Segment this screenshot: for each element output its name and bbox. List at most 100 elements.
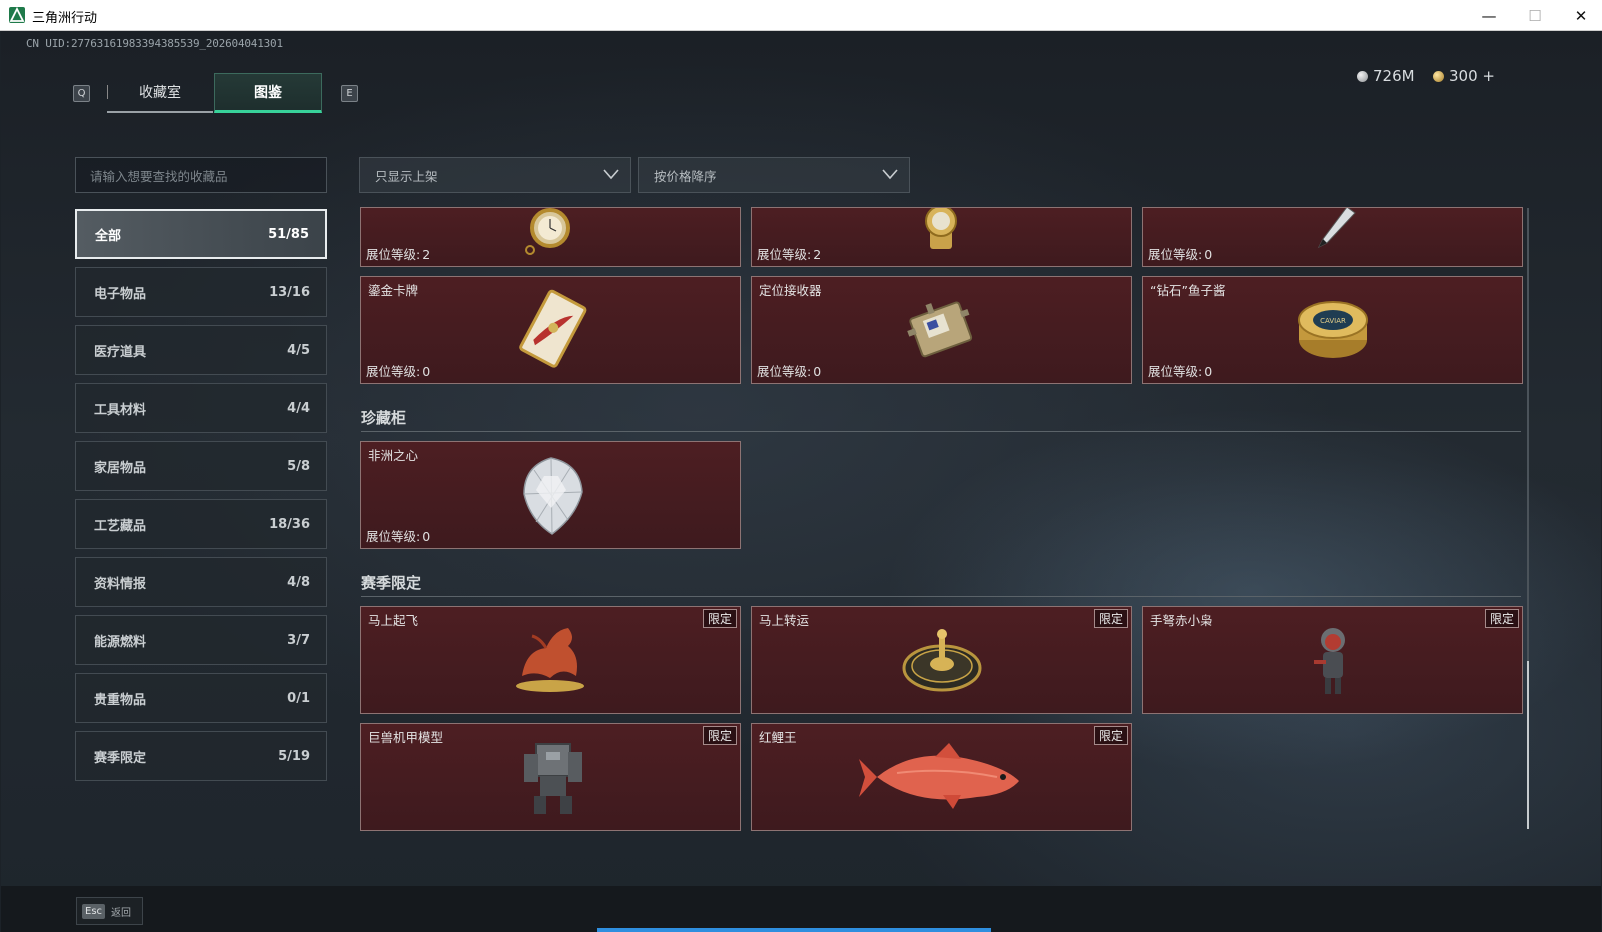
collectible-card[interactable]: 手弩赤小枭 限定 [1142, 606, 1523, 714]
back-button[interactable]: Esc 返回 [76, 897, 143, 925]
level-value: 0 [1204, 364, 1213, 379]
category-valuables[interactable]: 贵重物品 0/1 [75, 673, 327, 723]
limited-badge: 限定 [702, 726, 737, 745]
silver-coin-icon [1357, 70, 1368, 82]
booth-level: 展位等级: 0 [755, 361, 821, 380]
category-label: 贵重物品 [94, 692, 147, 708]
category-fuel[interactable]: 能源燃料 3/7 [75, 615, 327, 665]
sort-label: 按价格降序 [654, 168, 717, 184]
level-label: 展位等级: [757, 247, 812, 262]
maximize-button[interactable]: ☐ [1512, 0, 1558, 31]
category-crafts[interactable]: 工艺藏品 18/36 [75, 499, 327, 549]
collectible-name: 手弩赤小枭 [1150, 613, 1213, 628]
category-tools[interactable]: 工具材料 4/4 [75, 383, 327, 433]
mech-model-icon [523, 743, 582, 814]
horse-statue-icon [515, 628, 584, 692]
level-label: 展位等级: [366, 529, 421, 544]
collectible-card[interactable]: 巨兽机甲模型 限定 [360, 723, 741, 831]
bottom-bar [1, 886, 1601, 932]
category-count: 5/8 [287, 458, 310, 474]
collectible-name: 马上起飞 [368, 613, 419, 628]
section-title-treasure-cabinet: 珍藏柜 [361, 409, 407, 427]
booth-level: 展位等级: 0 [364, 526, 430, 545]
category-count: 51/85 [268, 226, 309, 242]
app-logo-icon [9, 7, 25, 23]
caviar-tin-icon: CAVIAR [1297, 301, 1368, 358]
gilded-card-icon [518, 289, 586, 368]
collectible-name: 红鲤王 [759, 730, 797, 745]
lucky-dial-icon [902, 629, 981, 692]
booth-level: 展位等级: 0 [364, 361, 430, 380]
level-value: 0 [1204, 247, 1213, 262]
collectible-name: “钻石”鱼子酱 [1150, 283, 1226, 298]
minimize-button[interactable]: — [1466, 0, 1512, 31]
collectible-search-input[interactable]: 请输入想要查找的收藏品 [75, 157, 327, 193]
category-electronics[interactable]: 电子物品 13/16 [75, 267, 327, 317]
esc-key-hint: Esc [82, 903, 106, 919]
limited-badge: 限定 [1484, 609, 1519, 628]
shelf-filter-dropdown[interactable]: 只显示上架 [359, 157, 631, 193]
collectible-card[interactable]: 展位等级: 2 [751, 207, 1132, 267]
category-medical[interactable]: 医疗道具 4/5 [75, 325, 327, 375]
category-label: 全部 [95, 228, 122, 244]
category-label: 电子物品 [94, 286, 147, 302]
sort-dropdown[interactable]: 按价格降序 [638, 157, 910, 193]
category-label: 医疗道具 [94, 344, 147, 360]
crossbow-figure-icon [1313, 628, 1345, 694]
limited-badge: 限定 [1093, 726, 1128, 745]
collectible-card[interactable]: 非洲之心 展位等级: 0 [360, 441, 741, 549]
level-value: 0 [422, 529, 431, 544]
next-tab-key-hint[interactable]: E [341, 85, 358, 102]
collectible-name: 非洲之心 [368, 448, 419, 463]
chevron-down-icon [882, 169, 898, 180]
scrollbar-thumb[interactable] [1527, 661, 1529, 829]
back-label: 返回 [111, 907, 132, 919]
level-value: 2 [422, 247, 431, 262]
tab-collection-room[interactable]: 收藏室 [107, 73, 213, 113]
collectible-card[interactable]: 展位等级: 0 [1142, 207, 1523, 267]
red-carp-icon [858, 743, 1019, 809]
collectible-card[interactable]: 马上起飞 限定 [360, 606, 741, 714]
category-label: 家居物品 [94, 460, 147, 476]
level-label: 展位等级: [1148, 364, 1203, 379]
collectible-card[interactable]: 马上转运 限定 [751, 606, 1132, 714]
section-title-season-limited: 赛季限定 [361, 574, 422, 592]
category-intel[interactable]: 资料情报 4/8 [75, 557, 327, 607]
limited-badge: 限定 [1093, 609, 1128, 628]
shelf-filter-label: 只显示上架 [375, 168, 438, 184]
category-season[interactable]: 赛季限定 5/19 [75, 731, 327, 781]
tab-codex[interactable]: 图鉴 [214, 73, 322, 113]
gold-amount: 300 + [1449, 67, 1495, 85]
pocket-watch-icon [524, 208, 570, 256]
collectible-card[interactable]: “钻石”鱼子酱 CAVIAR 展位等级: 0 [1142, 276, 1523, 384]
collectible-card[interactable]: 鎏金卡牌 展位等级: 0 [360, 276, 741, 384]
collectible-name: 马上转运 [759, 613, 810, 628]
diamond-icon [522, 457, 583, 535]
category-label: 赛季限定 [94, 750, 147, 766]
collectible-card[interactable]: 展位等级: 2 [360, 207, 741, 267]
close-button[interactable]: ✕ [1558, 0, 1602, 31]
category-count: 4/8 [287, 574, 310, 590]
collectible-card[interactable]: 红鲤王 限定 [751, 723, 1132, 831]
gold-watch-icon [924, 208, 957, 250]
category-count: 5/19 [278, 748, 310, 764]
collectible-name: 鎏金卡牌 [368, 283, 419, 298]
category-count: 18/36 [269, 516, 310, 532]
gold-currency[interactable]: 300 + [1433, 67, 1495, 85]
chevron-down-icon [603, 169, 619, 180]
category-all[interactable]: 全部 51/85 [75, 209, 327, 259]
collectible-name: 巨兽机甲模型 [368, 730, 444, 745]
window-titlebar: 三角洲行动 — ☐ ✕ [0, 0, 1602, 31]
category-count: 3/7 [287, 632, 310, 648]
booth-level: 展位等级: 0 [1146, 361, 1212, 380]
category-count: 0/1 [287, 690, 310, 706]
prev-tab-key-hint[interactable]: Q [73, 85, 90, 102]
collectible-card[interactable]: 定位接收器 展位等级: 0 [751, 276, 1132, 384]
booth-level: 展位等级: 0 [1146, 244, 1212, 263]
caviar-tin-text: CAVIAR [1320, 317, 1346, 325]
collectible-name: 定位接收器 [759, 283, 822, 298]
category-label: 工具材料 [94, 402, 147, 418]
category-label: 资料情报 [94, 576, 147, 592]
gold-coin-icon [1433, 70, 1444, 82]
category-household[interactable]: 家居物品 5/8 [75, 441, 327, 491]
